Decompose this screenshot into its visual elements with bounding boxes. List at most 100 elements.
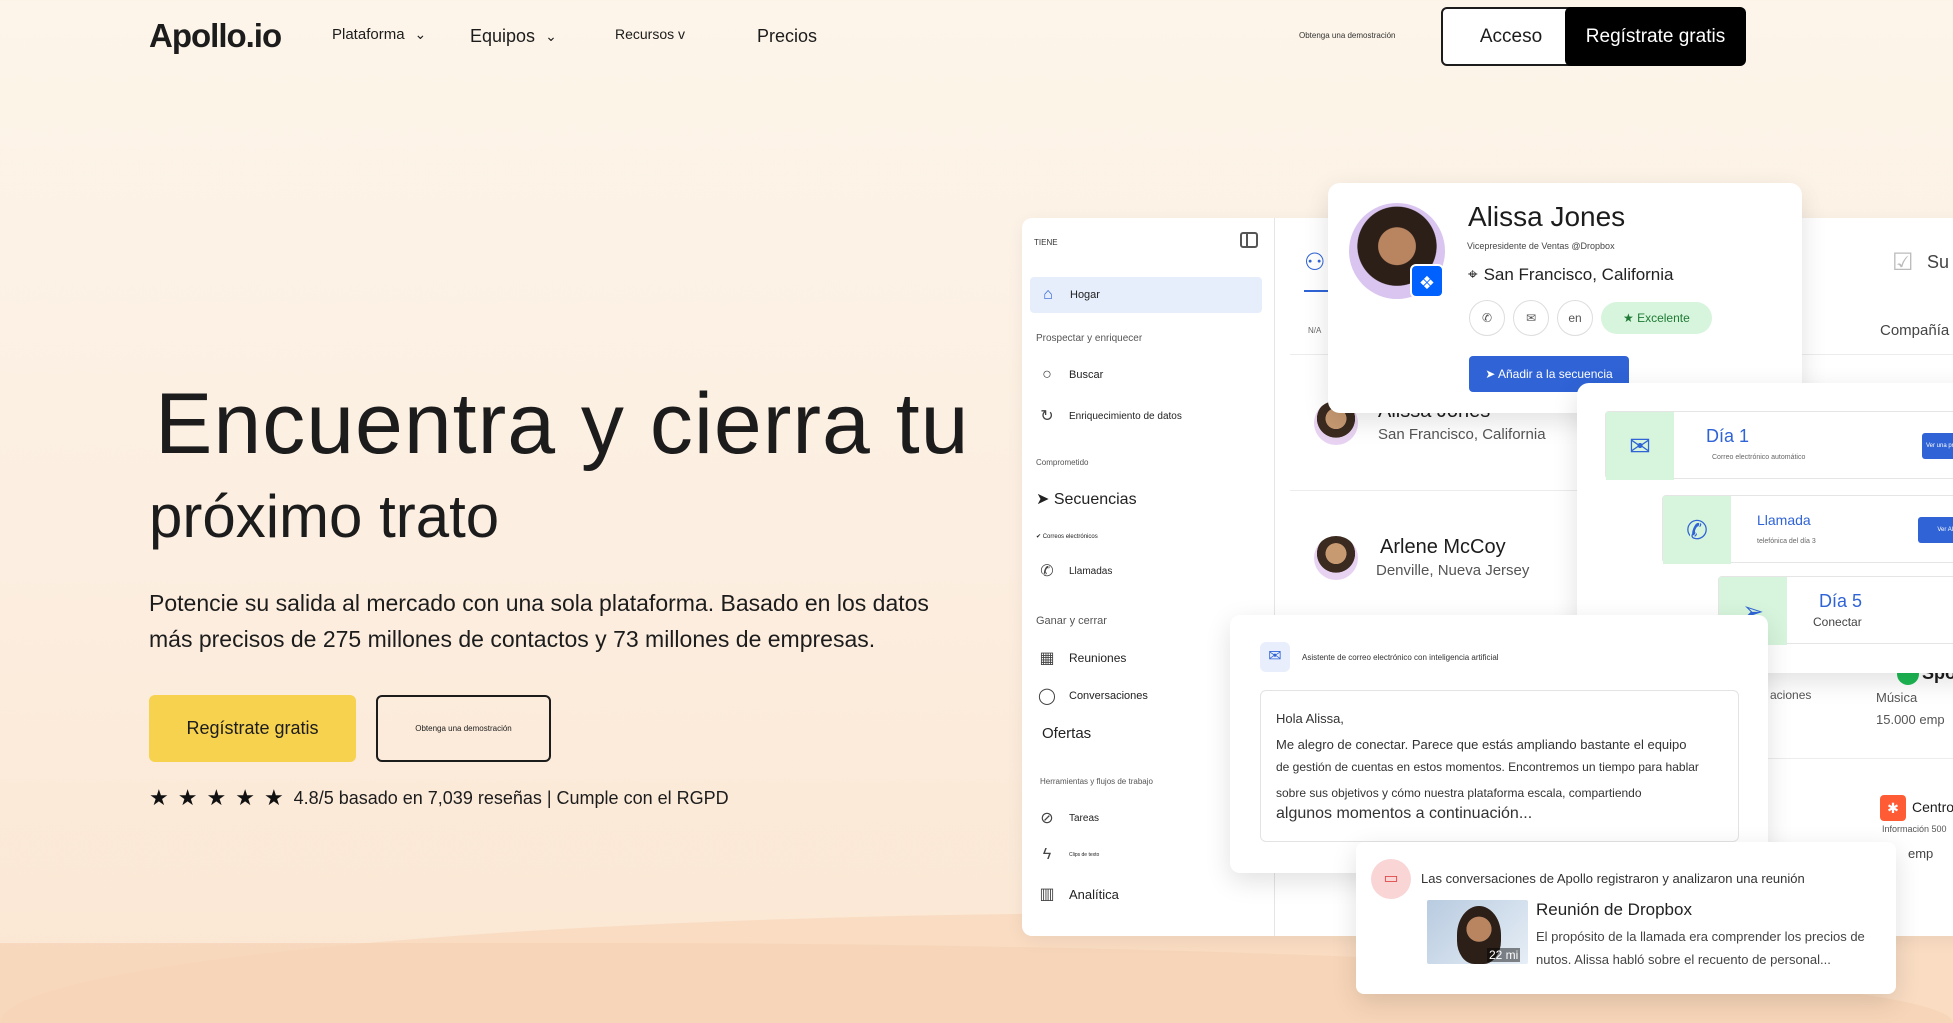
dropbox-icon: ❖ [1410,264,1444,298]
checkbox-icon[interactable]: ☑ [1892,248,1914,277]
sidebar-item-calls[interactable]: ✆ Llamadas [1037,561,1112,581]
calendar-icon: ▦ [1039,650,1055,667]
sidebar-item-label: Clips de texto [1069,852,1100,858]
sidebar-section-engaged: Comprometido [1036,458,1089,467]
sidebar-title: TIENE [1034,238,1058,247]
sidebar-item-label: Hogar [1070,289,1100,301]
phone-icon: ✆ [1040,563,1054,580]
step-title: Día 5 [1819,591,1863,611]
sidebar-item-analytics[interactable]: ▥ Analítica [1037,884,1119,904]
hero-title-line2: próximo trato [149,483,500,550]
demo-button[interactable]: Obtenga una demostración [376,695,551,762]
hubspot-icon: ✱ [1880,795,1906,821]
nav-plataforma-label: Plataforma [332,26,405,43]
nav-demo-link[interactable]: Obtenga una demostración [1299,31,1396,40]
phone-icon[interactable]: ✆ [1469,300,1505,336]
mail-icon: ✉ [1606,412,1674,480]
hero-subtitle: Potencie su salida al mercado con una so… [149,590,929,652]
sidebar-item-snippets[interactable]: ϟ Clips de texto [1037,846,1100,864]
linkedin-button[interactable]: en [1557,300,1593,336]
sidebar-item-emails[interactable]: ✔ Correos electrónicos [1036,533,1098,540]
step-title: Día 1 [1706,426,1750,446]
sidebar-item-home[interactable]: ⌂ Hogar [1030,277,1262,313]
status-badge: ★ Excelente [1601,302,1712,334]
meeting-duration: 22 mi [1487,948,1521,962]
column-na: N/A [1308,326,1322,335]
ai-button[interactable]: Ver AI T [1918,517,1953,543]
star-icon: ★ [149,785,169,810]
nav-precios[interactable]: Precios [757,26,817,47]
mail-icon[interactable]: ✉ [1513,300,1549,336]
lightning-icon: ϟ [1042,846,1052,863]
nav-recursos[interactable]: Recursos v [615,26,685,42]
avatar [1314,536,1358,580]
sidebar-section-prospect: Prospectar y enriquecer [1036,333,1143,344]
sidebar-item-label: Tareas [1069,812,1100,824]
tab-su[interactable]: Su [1927,252,1949,273]
sidebar-item-meetings[interactable]: ▦ Reuniones [1037,648,1126,668]
row-location: Denville, Nueva Jersey [1376,562,1530,579]
hero-title-line1: Encuentra y cierra tu [155,376,970,472]
signup-button[interactable]: Regístrate gratis [149,695,356,762]
email-body[interactable]: Hola Alissa, Me alegro de conectar. Pare… [1260,690,1739,842]
column-fragment: aciones [1770,688,1812,702]
meeting-card: ▭ Las conversaciones de Apollo registrar… [1356,842,1896,994]
refresh-icon: ↻ [1040,408,1054,425]
chevron-down-icon: ⌄ [545,28,557,44]
chevron-down-icon: ⌄ [414,26,427,42]
bar-chart-icon: ▥ [1039,886,1055,903]
sidebar-item-label: Analítica [1069,886,1119,902]
profile-name: Alissa Jones [1468,201,1626,232]
profile-location: ⌖ San Francisco, California [1468,265,1674,285]
ab-test-button[interactable]: Ver una prueba A/B [1922,433,1953,459]
ai-mail-icon: ✉ [1260,642,1290,672]
meeting-description: El propósito de la llamada era comprende… [1536,929,1865,967]
step-subtitle: Conectar [1813,615,1862,629]
row-name[interactable]: Arlene McCoy [1380,536,1506,559]
sidebar-item-label: Reuniones [1069,651,1127,665]
email-greeting: Hola Alissa, [1276,711,1344,726]
company-size: 15.000 emp [1876,712,1945,727]
login-button[interactable]: Acceso [1441,7,1581,66]
apollo-logo[interactable]: Apollo.io [149,17,282,55]
company-name: Centro [1912,799,1953,815]
email-line: de gestión de cuentas en estos momentos.… [1276,760,1699,774]
nav-precios-label: Precios [757,26,818,46]
sidebar-item-offers[interactable]: Ofertas [1042,725,1091,742]
sidebar-item-label: ➤ Secuencias [1036,491,1137,508]
people-tab-icon[interactable]: ⚇ [1304,248,1326,277]
step-title: Llamada [1757,512,1811,528]
sidebar-item-search[interactable]: ○ Buscar [1037,366,1103,384]
sequence-step[interactable]: ✉ Día 1 Correo electrónico automático Ve… [1605,411,1953,480]
nav-recursos-label: Recursos v [615,26,686,42]
email-line: Me alegro de conectar. Parece que estás … [1276,737,1687,752]
company-size: emp [1908,846,1934,861]
sidebar-item-label: Llamadas [1069,565,1113,577]
sidebar-section-tools: Herramientas y flujos de trabajo [1040,777,1153,786]
star-icon: ★ [206,785,227,810]
phone-icon: ✆ [1663,496,1731,564]
sidebar-item-sequences[interactable]: ➤ Secuencias [1036,489,1137,509]
email-line: sobre sus objetivos y cómo nuestra plata… [1276,786,1642,800]
meeting-thumbnail[interactable]: 22 mi [1427,900,1528,964]
step-subtitle: telefónica del día 3 [1757,538,1816,545]
top-nav: Apollo.io Plataforma ⌄ Equipos ⌄ Recurso… [0,0,1953,74]
signup-button-top[interactable]: Regístrate gratis [1565,7,1746,66]
star-icon: ★ [235,785,255,810]
sidebar-collapse-icon[interactable] [1240,232,1258,248]
sidebar-section-win: Ganar y cerrar [1036,615,1107,627]
meeting-title: Las conversaciones de Apollo registraron… [1421,871,1805,886]
profile-title: Vicepresidente de Ventas @Dropbox [1467,241,1615,251]
nav-plataforma[interactable]: Plataforma ⌄ [332,26,426,43]
sidebar-item-conversations[interactable]: ◯ Conversaciones [1037,686,1148,706]
email-line: algunos momentos a continuación... [1276,805,1533,822]
ai-email-title: Asistente de correo electrónico con inte… [1302,653,1499,662]
nav-equipos[interactable]: Equipos ⌄ [470,26,557,47]
sidebar-item-enrich[interactable]: ↻ Enriquecimiento de datos [1037,406,1182,426]
sequence-step[interactable]: ✆ Llamada telefónica del día 3 Ver AI T [1662,495,1953,564]
location-pin-icon: ⌖ [1468,265,1478,284]
meeting-name[interactable]: Reunión de Dropbox [1536,900,1692,920]
profile-card: ❖ Alissa Jones Vicepresidente de Ventas … [1328,183,1802,413]
video-camera-icon: ▭ [1371,859,1411,899]
sidebar-item-tasks[interactable]: ⊘ Tareas [1037,808,1099,828]
